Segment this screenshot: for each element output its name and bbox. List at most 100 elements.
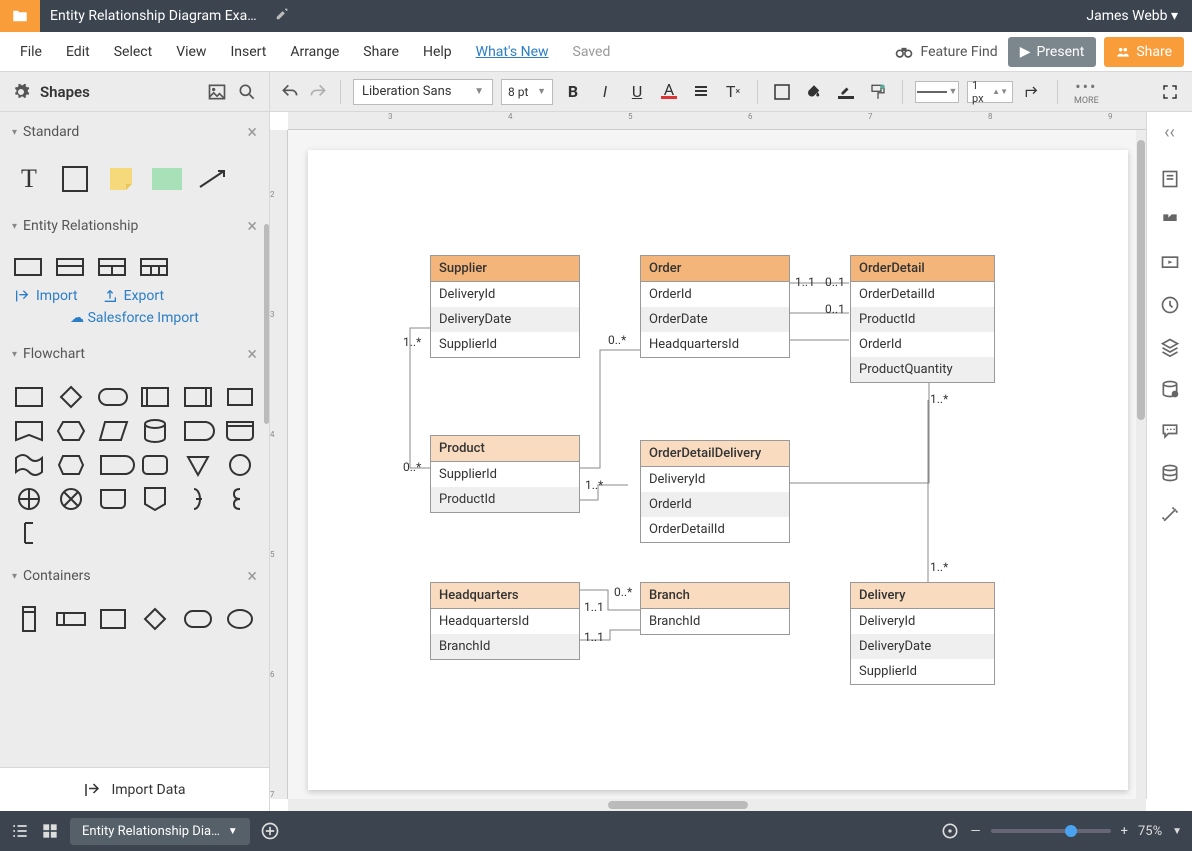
entity-orderdetaildelivery[interactable]: OrderDetailDelivery DeliveryId OrderId O… bbox=[640, 440, 790, 543]
entity-delivery[interactable]: Delivery DeliveryId DeliveryDate Supplie… bbox=[850, 582, 995, 685]
fc-shape[interactable] bbox=[14, 488, 44, 510]
shape-button[interactable] bbox=[770, 80, 794, 104]
italic-button[interactable]: I bbox=[593, 80, 617, 104]
redo-icon[interactable] bbox=[308, 82, 328, 102]
entity-orderdetail[interactable]: OrderDetail OrderDetailId ProductId Orde… bbox=[850, 255, 995, 383]
sidebar-scrollbar[interactable] bbox=[264, 224, 269, 424]
import-data-button[interactable]: Import Data bbox=[0, 767, 269, 811]
horizontal-scrollbar[interactable] bbox=[288, 799, 1146, 811]
line-width-select[interactable]: 1 px▲▼ bbox=[967, 81, 1013, 103]
rect-shape[interactable] bbox=[60, 164, 90, 194]
pencil-icon[interactable] bbox=[275, 7, 289, 25]
fill-button[interactable] bbox=[802, 80, 826, 104]
fc-shape[interactable] bbox=[183, 454, 213, 476]
salesforce-import-link[interactable]: ☁ Salesforce Import bbox=[14, 310, 255, 326]
fc-shape[interactable] bbox=[98, 386, 128, 408]
menu-edit[interactable]: Edit bbox=[54, 36, 102, 68]
add-page-icon[interactable] bbox=[260, 821, 280, 841]
text-color-button[interactable]: A bbox=[657, 80, 681, 104]
fullscreen-button[interactable] bbox=[1158, 80, 1182, 104]
import-link[interactable]: Import bbox=[14, 288, 78, 304]
fc-shape[interactable] bbox=[14, 420, 44, 442]
fc-shape[interactable] bbox=[56, 386, 86, 408]
er-shape-4[interactable] bbox=[140, 258, 168, 276]
entity-headquarters[interactable]: Headquarters HeadquartersId BranchId bbox=[430, 582, 580, 660]
border-color-button[interactable] bbox=[834, 80, 858, 104]
share-button[interactable]: Share bbox=[1104, 37, 1184, 67]
fc-shape[interactable] bbox=[14, 522, 44, 544]
line-arrow-button[interactable] bbox=[1021, 80, 1045, 104]
er-shape-2[interactable] bbox=[56, 258, 84, 276]
text-shape[interactable]: T bbox=[14, 164, 44, 194]
fc-shape[interactable] bbox=[56, 454, 86, 476]
fc-shape[interactable] bbox=[14, 454, 44, 476]
fc-shape[interactable] bbox=[98, 488, 128, 510]
page-tab[interactable]: Entity Relationship Dia…▼ bbox=[70, 818, 250, 845]
clear-format-button[interactable]: T× bbox=[721, 80, 745, 104]
er-shape-3[interactable] bbox=[98, 258, 126, 276]
menu-help[interactable]: Help bbox=[411, 36, 464, 68]
panel-header-flowchart[interactable]: Flowchart× bbox=[0, 334, 269, 374]
zoom-out-button[interactable]: — bbox=[970, 824, 980, 839]
grid-view-icon[interactable] bbox=[40, 821, 60, 841]
cont-shape[interactable] bbox=[140, 608, 170, 630]
note-shape[interactable] bbox=[106, 164, 136, 194]
fc-shape[interactable] bbox=[140, 488, 170, 510]
cont-shape[interactable] bbox=[14, 608, 44, 630]
undo-icon[interactable] bbox=[280, 82, 300, 102]
user-menu[interactable]: James Webb ▾ bbox=[1072, 8, 1192, 24]
menu-arrange[interactable]: Arrange bbox=[278, 36, 351, 68]
fc-shape[interactable] bbox=[140, 420, 170, 442]
entity-supplier[interactable]: Supplier DeliveryId DeliveryDate Supplie… bbox=[430, 255, 580, 358]
fc-shape[interactable] bbox=[98, 420, 128, 442]
font-select[interactable]: Liberation Sans▼ bbox=[353, 79, 493, 105]
vertical-scrollbar[interactable] bbox=[1136, 130, 1146, 799]
cont-shape[interactable] bbox=[98, 608, 128, 630]
fc-shape[interactable] bbox=[14, 386, 44, 408]
database-icon[interactable] bbox=[1160, 463, 1180, 483]
entity-product[interactable]: Product SupplierId ProductId bbox=[430, 435, 580, 513]
wand-icon[interactable] bbox=[1160, 505, 1180, 525]
document-title[interactable]: Entity Relationship Diagram Exa… bbox=[40, 8, 267, 24]
fc-shape[interactable] bbox=[56, 420, 86, 442]
menu-whats-new[interactable]: What's New bbox=[464, 36, 561, 68]
feature-find[interactable]: Feature Find bbox=[894, 42, 997, 62]
present-button[interactable]: ▶ Present bbox=[1008, 37, 1097, 67]
more-button[interactable]: •••MORE bbox=[1074, 77, 1099, 106]
align-button[interactable] bbox=[689, 80, 713, 104]
menu-view[interactable]: View bbox=[164, 36, 218, 68]
target-icon[interactable] bbox=[940, 821, 960, 841]
fc-shape[interactable] bbox=[183, 386, 213, 408]
cont-shape[interactable] bbox=[183, 608, 213, 630]
fc-shape[interactable] bbox=[140, 454, 170, 476]
zoom-in-button[interactable]: + bbox=[1121, 824, 1128, 839]
image-icon[interactable] bbox=[207, 82, 227, 102]
canvas[interactable]: Supplier DeliveryId DeliveryDate Supplie… bbox=[288, 130, 1146, 799]
chat-icon[interactable] bbox=[1160, 421, 1180, 441]
fc-shape[interactable] bbox=[225, 420, 255, 442]
menu-insert[interactable]: Insert bbox=[218, 36, 278, 68]
fc-shape[interactable] bbox=[183, 420, 213, 442]
line-style-select[interactable]: ▼ bbox=[915, 81, 959, 103]
comment-icon[interactable] bbox=[1160, 211, 1180, 231]
entity-branch[interactable]: Branch BranchId bbox=[640, 582, 790, 635]
close-icon[interactable]: × bbox=[247, 566, 257, 587]
bold-button[interactable]: B bbox=[561, 80, 585, 104]
zoom-menu[interactable]: ▼ bbox=[1172, 826, 1182, 837]
fc-shape[interactable] bbox=[56, 488, 86, 510]
close-icon[interactable]: × bbox=[247, 122, 257, 143]
data-icon[interactable] bbox=[1160, 379, 1180, 399]
close-icon[interactable]: × bbox=[247, 344, 257, 365]
gear-icon[interactable] bbox=[12, 83, 30, 101]
fc-shape[interactable] bbox=[225, 488, 255, 510]
cont-shape[interactable] bbox=[56, 608, 86, 630]
cont-shape[interactable] bbox=[225, 608, 255, 630]
font-size-select[interactable]: 8 pt▼ bbox=[501, 79, 553, 105]
history-icon[interactable] bbox=[1160, 295, 1180, 315]
fc-shape[interactable] bbox=[225, 454, 255, 476]
fc-shape[interactable] bbox=[98, 454, 128, 476]
list-view-icon[interactable] bbox=[10, 821, 30, 841]
present-icon[interactable] bbox=[1160, 253, 1180, 273]
format-painter-button[interactable] bbox=[866, 80, 890, 104]
panel-header-standard[interactable]: Standard× bbox=[0, 112, 269, 152]
